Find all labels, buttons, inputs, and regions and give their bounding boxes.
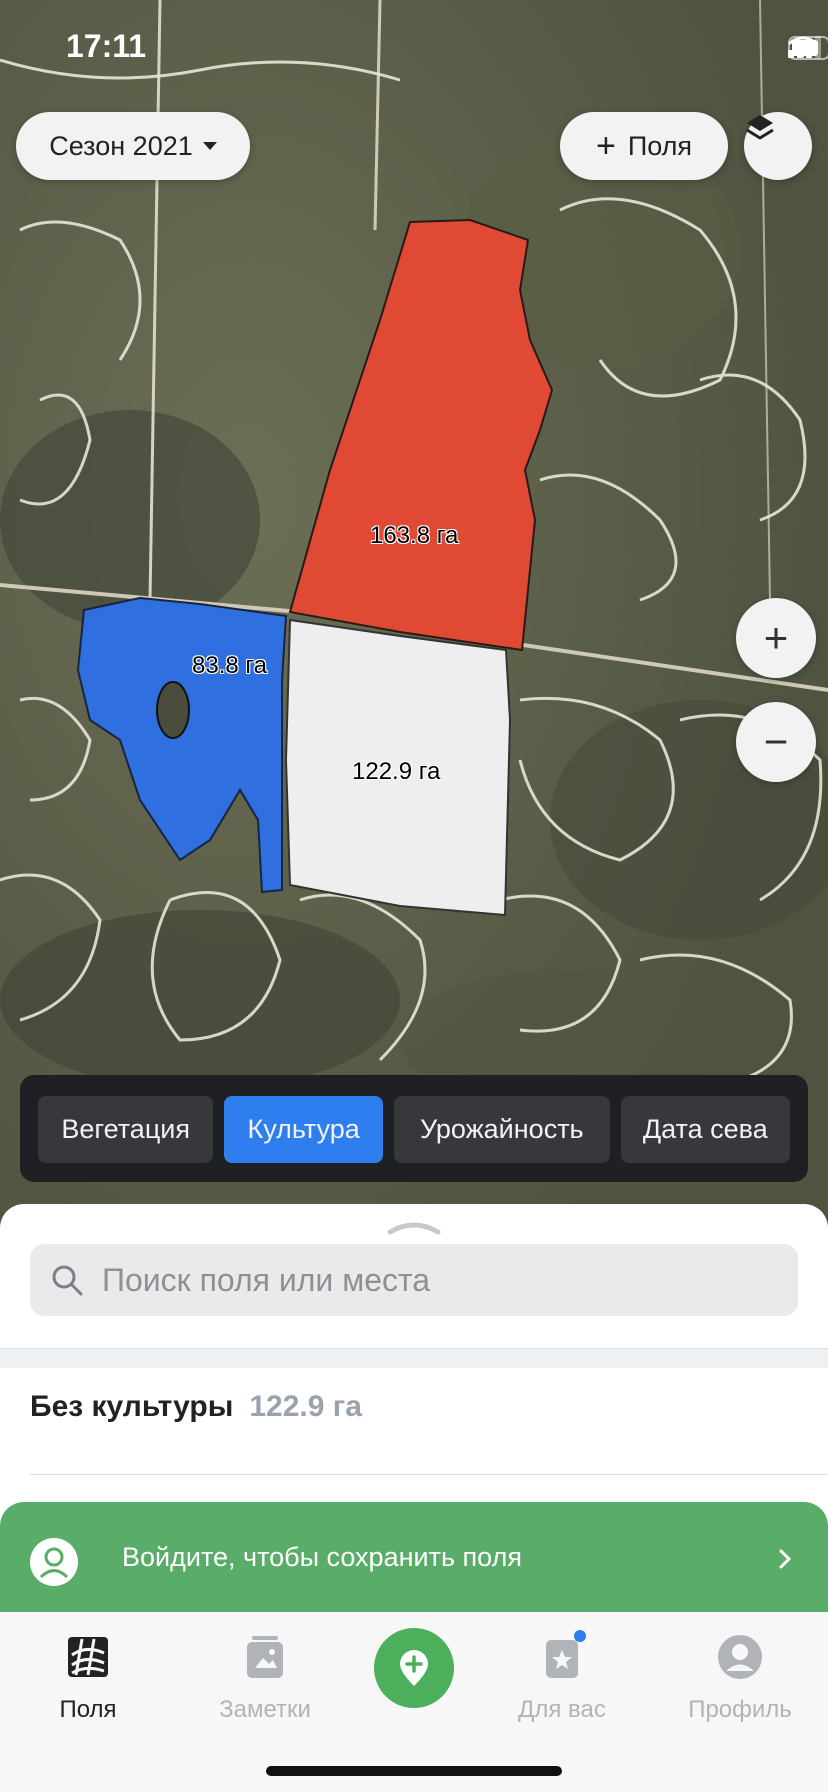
layers-button[interactable] <box>744 112 812 180</box>
crop-group-header[interactable]: Без культуры 122.9 га <box>30 1390 362 1424</box>
search-input[interactable]: Поиск поля или места <box>30 1244 798 1316</box>
zoom-out-button[interactable]: − <box>736 702 816 782</box>
add-note-button[interactable] <box>374 1628 454 1708</box>
mode-label: Культура <box>247 1114 360 1144</box>
add-location-icon <box>400 1650 428 1686</box>
tab-label: Поля <box>59 1696 117 1723</box>
satellite-map[interactable]: 163.8 га 83.8 га 122.9 га 17:11 Сезон 20… <box>0 0 828 1240</box>
battery-icon <box>788 36 828 60</box>
search-placeholder: Поиск поля или места <box>102 1261 431 1298</box>
banner-text: Войдите, чтобы сохранить поля <box>122 1542 522 1572</box>
plus-icon: + <box>763 614 789 661</box>
status-time: 17:11 <box>66 28 147 64</box>
mode-label: Дата сева <box>642 1114 768 1144</box>
mode-label: Урожайность <box>419 1114 584 1144</box>
minus-icon: − <box>763 718 789 765</box>
user-icon <box>30 1538 78 1586</box>
profile-icon <box>718 1635 762 1679</box>
mode-label: Вегетация <box>61 1114 190 1144</box>
map-mode-selector: Вегетация Культура Урожайность Дата сева <box>20 1075 808 1182</box>
tab-bar: Поля Заметки Для вас Профиль <box>0 1612 828 1792</box>
tab-fields[interactable]: Поля <box>8 1630 168 1724</box>
notes-icon <box>247 1636 283 1678</box>
field-area-label[interactable]: 83.8 га <box>192 652 267 680</box>
sheet-handle-icon[interactable] <box>384 1216 444 1238</box>
chevron-down-icon <box>202 142 217 150</box>
tab-label: Профиль <box>688 1696 792 1723</box>
field-area-label[interactable]: 163.8 га <box>370 522 458 550</box>
tab-for-you[interactable]: Для вас <box>482 1630 642 1724</box>
crop-name: Без культуры <box>30 1390 234 1423</box>
add-field-label: Поля <box>627 130 693 161</box>
divider <box>0 1348 828 1368</box>
season-selector[interactable]: Сезон 2021 <box>16 112 250 180</box>
divider <box>30 1474 828 1475</box>
mode-tab-yield[interactable]: Урожайность <box>394 1096 610 1163</box>
tab-label: Для вас <box>518 1696 606 1723</box>
field-area-label[interactable]: 122.9 га <box>352 758 440 786</box>
notification-badge <box>574 1630 586 1642</box>
mode-tab-crop[interactable]: Культура <box>224 1096 384 1163</box>
status-bar: 17:11 <box>0 0 828 100</box>
tab-label: Заметки <box>219 1696 311 1723</box>
plus-icon: + <box>595 127 616 165</box>
home-indicator <box>266 1766 562 1776</box>
tab-notes[interactable]: Заметки <box>185 1630 345 1724</box>
fields-icon <box>68 1637 108 1677</box>
crop-area: 122.9 га <box>249 1390 362 1423</box>
mode-tab-vegetation[interactable]: Вегетация <box>38 1096 214 1163</box>
mode-tab-sowing-date[interactable]: Дата сева <box>620 1096 791 1163</box>
layers-icon <box>746 115 774 140</box>
season-label: Сезон 2021 <box>49 130 193 161</box>
login-banner[interactable]: Войдите, чтобы сохранить поля <box>0 1502 828 1618</box>
tab-profile[interactable]: Профиль <box>660 1630 820 1724</box>
zoom-in-button[interactable]: + <box>736 598 816 678</box>
add-field-button[interactable]: + Поля <box>560 112 728 180</box>
map-imagery <box>0 0 828 1240</box>
chevron-right-icon <box>779 1549 792 1569</box>
search-icon <box>52 1265 83 1296</box>
